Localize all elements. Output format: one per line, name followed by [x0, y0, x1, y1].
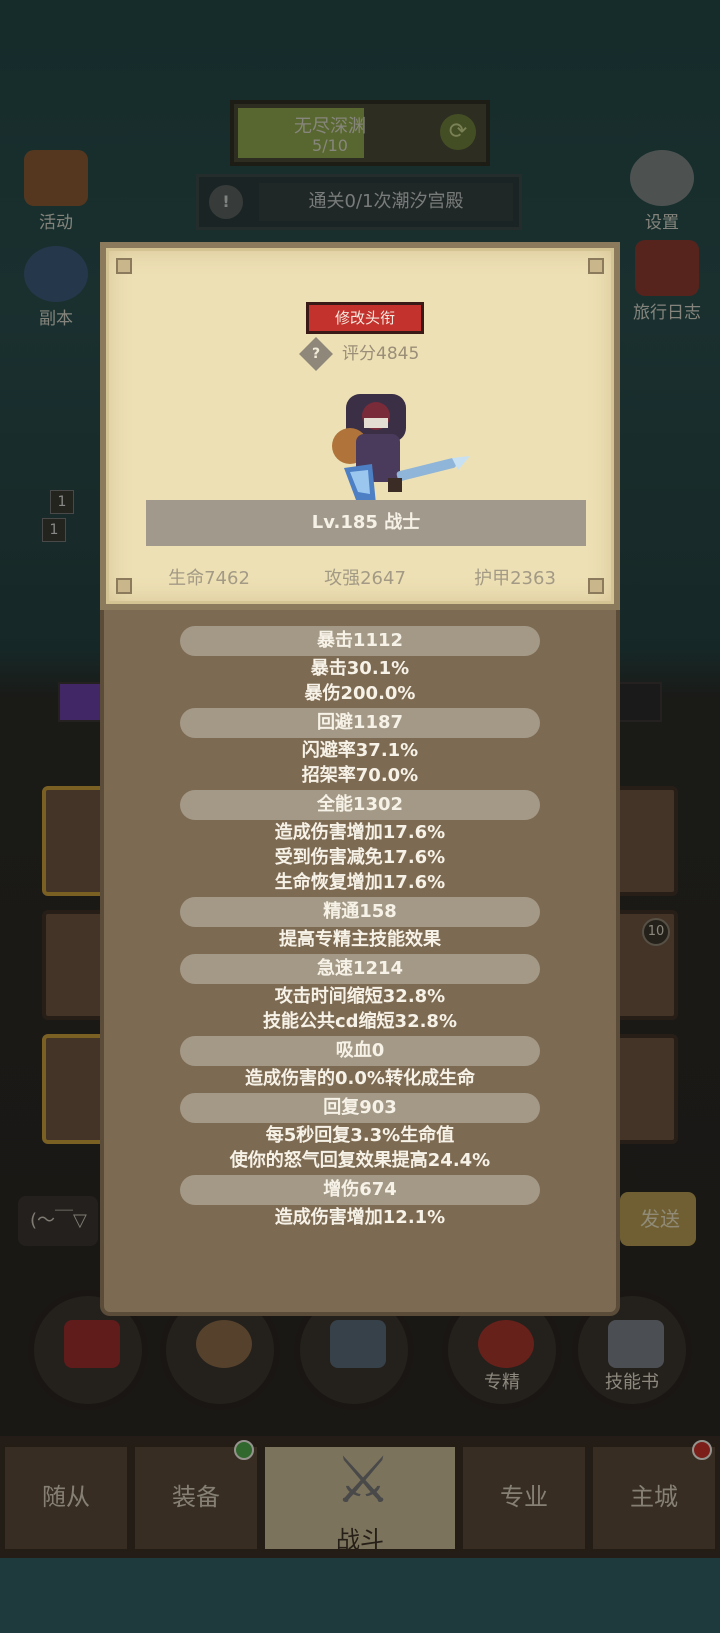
tab-main-city[interactable]: 主城 [590, 1444, 718, 1552]
stat-line: 使你的怒气回复效果提高24.4% [229, 1150, 491, 1171]
experience-fill [60, 684, 104, 720]
corner-rivet [116, 258, 132, 274]
stat-header-damage-increase: 增伤674 [180, 1175, 540, 1205]
stage-name: 无尽深渊 [294, 116, 366, 137]
quest-text: 通关0/1次潮汐宫殿 [259, 183, 513, 221]
corner-rivet [588, 258, 604, 274]
bread-icon [196, 1320, 252, 1368]
stat-line: 闪避率37.1% [301, 740, 419, 761]
stat-line: 暴伤200.0% [304, 683, 416, 704]
equipment-slot[interactable] [42, 786, 106, 896]
stat-line: 提高专精主技能效果 [279, 929, 441, 950]
edit-title-button[interactable]: 修改头衔 [306, 302, 424, 334]
gear-icon [630, 150, 694, 206]
skillbook-icon [608, 1320, 664, 1368]
equipment-slot[interactable] [614, 1034, 678, 1144]
stage-progress-box[interactable]: 无尽深渊 5/10 ⟳ [230, 100, 490, 166]
stat-line: 招架率70.0% [301, 765, 419, 786]
exclamation-icon: ! [209, 185, 243, 219]
travel-log-button[interactable]: 旅行日志 [622, 240, 712, 323]
notification-dot-green [234, 1440, 254, 1460]
slot-count-badge: 10 [642, 918, 670, 946]
character-card: 修改头衔 ? 评分4845 Lv.185 战士 生命7462 攻强2647 护甲2… [100, 242, 620, 610]
stat-line: 造成伤害的0.0%转化成生命 [245, 1068, 475, 1089]
stat-header-mastery: 精通158 [180, 897, 540, 927]
stat-line: 受到伤害减免17.6% [274, 847, 446, 868]
hp-stat: 生命7462 [168, 568, 250, 589]
armor-stat: 护甲2363 [474, 568, 556, 589]
stat-line: 技能公共cd缩短32.8% [262, 1011, 457, 1032]
notification-dot-red [692, 1440, 712, 1460]
crossed-swords-icon: ⚔ [334, 1444, 392, 1518]
attack-stat: 攻强2647 [324, 568, 406, 589]
quest-box[interactable]: ! 通关0/1次潮汐宫殿 [196, 174, 522, 230]
dungeon-button[interactable]: 副本 [16, 246, 96, 329]
stat-line: 造成伤害增加12.1% [274, 1207, 446, 1228]
tab-equipment[interactable]: 装备 [132, 1444, 260, 1552]
refresh-icon[interactable]: ⟳ [440, 114, 476, 150]
book-icon [635, 240, 699, 296]
potion-icon [64, 1320, 120, 1368]
warrior-avatar [332, 394, 470, 504]
stat-header-dodge: 回避1187 [180, 708, 540, 738]
stat-line: 生命恢复增加17.6% [274, 872, 446, 893]
chat-input[interactable]: (～￣▽ [18, 1196, 98, 1246]
activity-label: 活动 [39, 213, 73, 233]
stat-header-versatility: 全能1302 [180, 790, 540, 820]
stat-line: 暴击30.1% [310, 658, 410, 679]
skillbook-label: 技能书 [605, 1372, 659, 1393]
stat-header-crit: 暴击1112 [180, 626, 540, 656]
level-badge: 1 [42, 518, 66, 542]
level-badge: 1 [50, 490, 74, 514]
dungeon-label: 副本 [39, 309, 73, 329]
stat-header-regen: 回复903 [180, 1093, 540, 1123]
equipment-slot[interactable] [614, 786, 678, 896]
send-button[interactable]: 发送 [620, 1192, 696, 1246]
equipment-slot[interactable] [42, 1034, 106, 1144]
equipment-slot[interactable]: 10 [614, 910, 678, 1020]
base-stats-row: 生命7462 攻强2647 护甲2363 [106, 564, 614, 592]
settings-button[interactable]: 设置 [622, 150, 702, 233]
score-text: 评分4845 [342, 344, 420, 364]
portal-icon [24, 246, 88, 302]
stat-header-leech: 吸血0 [180, 1036, 540, 1066]
character-stats-modal: 修改头衔 ? 评分4845 Lv.185 战士 生命7462 攻强2647 护甲2… [100, 242, 620, 1316]
travel-log-label: 旅行日志 [633, 303, 701, 323]
help-icon[interactable]: ? [299, 337, 333, 371]
stat-list: 暴击1112 暴击30.1% 暴伤200.0% 回避1187 闪避率37.1% … [104, 626, 616, 1230]
equipment-slot[interactable] [42, 910, 106, 1020]
secondary-stats-panel: 暴击1112 暴击30.1% 暴伤200.0% 回避1187 闪避率37.1% … [100, 610, 620, 1316]
scroll-icon [24, 150, 88, 206]
stat-header-haste: 急速1214 [180, 954, 540, 984]
stat-line: 每5秒回复3.3%生命值 [265, 1125, 455, 1146]
settings-label: 设置 [645, 213, 679, 233]
tab-profession[interactable]: 专业 [460, 1444, 588, 1552]
tab-battle[interactable]: ⚔ 战斗 [262, 1444, 458, 1554]
activity-button[interactable]: 活动 [16, 150, 96, 233]
specialization-label: 专精 [484, 1372, 520, 1393]
level-class-banner: Lv.185 战士 [146, 500, 586, 546]
tab-followers[interactable]: 随从 [2, 1444, 130, 1552]
stage-progress-text: 5/10 [312, 136, 348, 155]
specialization-icon [478, 1320, 534, 1368]
score-row[interactable]: ? 评分4845 [299, 337, 420, 371]
stat-line: 造成伤害增加17.6% [274, 822, 446, 843]
chest-icon [330, 1320, 386, 1368]
tab-battle-label: 战斗 [336, 1526, 384, 1554]
stat-line: 攻击时间缩短32.8% [274, 986, 446, 1007]
